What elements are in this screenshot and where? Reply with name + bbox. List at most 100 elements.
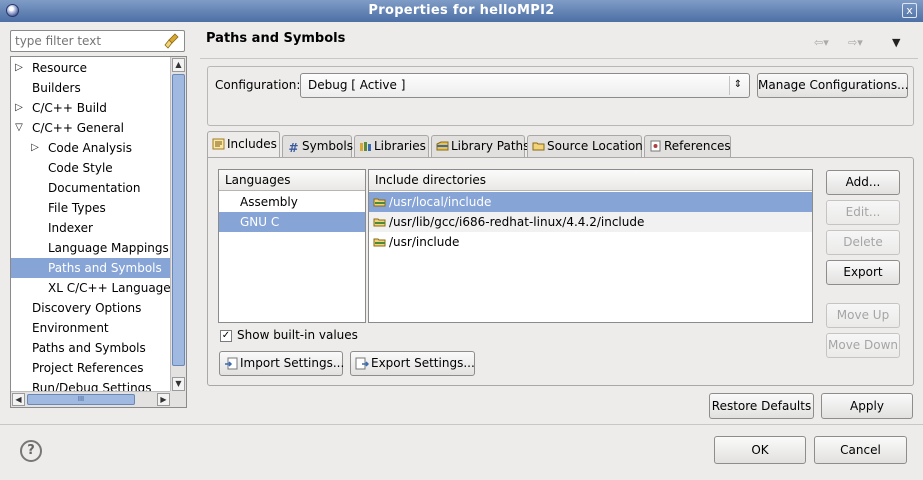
export-icon: [355, 357, 369, 370]
hscroll-thumb[interactable]: III: [27, 394, 135, 405]
configuration-select[interactable]: Debug [ Active ] ⇕: [300, 73, 750, 98]
history-navigation[interactable]: ⇦▾ ⇨▾ ▼: [814, 36, 909, 50]
tree-item[interactable]: ▷ C/C++ Build: [11, 98, 171, 118]
show-builtin-values-label: Show built-in values: [237, 328, 358, 342]
help-icon[interactable]: ?: [20, 440, 42, 462]
tree-vertical-scrollbar[interactable]: ▲ ▼: [170, 57, 186, 392]
filter-field[interactable]: [10, 30, 185, 52]
tab-library-paths[interactable]: Library Paths: [431, 135, 529, 157]
view-menu-icon[interactable]: ▼: [892, 36, 900, 49]
tree-item-label: Builders: [32, 81, 81, 95]
include-path: /usr/local/include: [389, 195, 492, 209]
tab-includes[interactable]: Includes: [207, 131, 280, 158]
include-row[interactable]: /usr/lib/gcc/i686-redhat-linux/4.4.2/inc…: [369, 212, 812, 232]
import-icon: [225, 357, 238, 370]
back-arrow-icon[interactable]: ⇦▾: [814, 36, 829, 49]
tab-label: Library Paths: [451, 139, 530, 153]
scroll-down-arrow-icon[interactable]: ▼: [172, 377, 185, 391]
scroll-right-arrow-icon[interactable]: ▶: [157, 393, 170, 406]
tree-item[interactable]: Code Style: [11, 158, 171, 178]
ok-button[interactable]: OK: [714, 436, 806, 464]
tab-label: Includes: [227, 137, 277, 151]
tree-horizontal-scrollbar[interactable]: ◀ III ▶: [11, 391, 171, 407]
languages-column-header[interactable]: Languages: [219, 170, 365, 191]
scrollbar-corner: [170, 391, 186, 407]
tree-item[interactable]: Language Mappings: [11, 238, 171, 258]
dropdown-updown-icon: ⇕: [729, 76, 746, 95]
window-title: Properties for helloMPI2: [368, 3, 555, 18]
tree-item-label: Discovery Options: [32, 301, 142, 315]
restore-defaults-button[interactable]: Restore Defaults: [709, 393, 814, 419]
tab-bar: Includes # Symbols Libraries Library Path…: [207, 131, 807, 158]
tree-item-label: File Types: [48, 201, 106, 215]
cancel-button[interactable]: Cancel: [814, 436, 907, 464]
tree-item-label: Indexer: [48, 221, 93, 235]
tree-item[interactable]: Builders: [11, 78, 171, 98]
include-directories-list[interactable]: Include directories /usr/local/include /…: [368, 169, 813, 323]
include-folder-icon: [373, 198, 386, 207]
tab-libraries[interactable]: Libraries: [354, 135, 429, 157]
tree-item-label: XL C/C++ Language ...: [48, 281, 171, 295]
configuration-value: Debug [ Active ]: [308, 78, 406, 92]
move-down-button[interactable]: Move Down: [826, 333, 900, 358]
expand-twisty-icon[interactable]: ▷: [13, 98, 25, 118]
expand-twisty-icon[interactable]: ▷: [29, 138, 41, 158]
include-row[interactable]: /usr/local/include: [369, 192, 812, 212]
checkbox-check-icon[interactable]: ✓: [220, 330, 232, 342]
move-up-button[interactable]: Move Up: [826, 303, 900, 328]
tree-item[interactable]: ▽ C/C++ General: [11, 118, 171, 138]
tree-item[interactable]: ▷ Resource: [11, 58, 171, 78]
expand-twisty-icon[interactable]: ▽: [13, 118, 25, 138]
filter-input[interactable]: [15, 32, 160, 50]
property-page-tree[interactable]: ▷ Resource Builders ▷ C/C++ Build ▽ C/C++ Gene…: [10, 56, 187, 408]
include-folder-icon: [373, 218, 386, 227]
import-settings-button[interactable]: Import Settings...: [219, 351, 344, 376]
tree-item[interactable]: Environment: [11, 318, 171, 338]
add-button[interactable]: Add...: [826, 170, 900, 195]
delete-button[interactable]: Delete: [826, 230, 900, 255]
tree-item-label: Paths and Symbols: [48, 261, 162, 275]
scroll-left-arrow-icon[interactable]: ◀: [12, 393, 25, 406]
tab-label: Symbols: [302, 139, 353, 153]
tree-item[interactable]: Indexer: [11, 218, 171, 238]
tree-item[interactable]: Paths and Symbols: [11, 258, 171, 278]
hash-icon: #: [288, 141, 299, 155]
language-row-gnu-c[interactable]: GNU C: [219, 212, 365, 232]
tree-item[interactable]: XL C/C++ Language ...: [11, 278, 171, 298]
tree-item[interactable]: ▷ Code Analysis: [11, 138, 171, 158]
tab-label: Source Location: [547, 139, 643, 153]
export-button[interactable]: Export: [826, 260, 900, 285]
references-icon: [650, 140, 661, 152]
libraries-icon: [360, 142, 371, 151]
tree-item[interactable]: Project References: [11, 358, 171, 378]
tree-item[interactable]: Discovery Options: [11, 298, 171, 318]
edit-button[interactable]: Edit...: [826, 200, 900, 225]
export-settings-button[interactable]: Export Settings...: [350, 351, 475, 376]
scroll-thumb[interactable]: [172, 74, 185, 366]
tree-item[interactable]: Paths and Symbols: [11, 338, 171, 358]
tree-item-label: Language Mappings: [48, 241, 169, 255]
forward-arrow-icon[interactable]: ⇨▾: [848, 36, 863, 49]
include-directories-column-header[interactable]: Include directories: [369, 170, 812, 191]
tab-symbols[interactable]: # Symbols: [282, 135, 353, 157]
tree-item-label: C/C++ Build: [32, 101, 107, 115]
tree-item-label: Code Style: [48, 161, 113, 175]
languages-list[interactable]: Languages Assembly GNU C: [218, 169, 366, 323]
language-row-assembly[interactable]: Assembly: [219, 192, 365, 212]
clear-filter-icon[interactable]: [164, 33, 180, 49]
window-close-button[interactable]: x: [902, 3, 917, 18]
tree-item-label: C/C++ General: [32, 121, 125, 135]
manage-configurations-button[interactable]: Manage Configurations...: [757, 73, 909, 98]
folder-icon: [532, 142, 545, 151]
tree-item[interactable]: File Types: [11, 198, 171, 218]
header-separator: [200, 58, 918, 59]
tree-item-label: Project References: [32, 361, 144, 375]
include-path: /usr/lib/gcc/i686-redhat-linux/4.4.2/inc…: [389, 215, 645, 229]
tree-item[interactable]: Documentation: [11, 178, 171, 198]
apply-button[interactable]: Apply: [821, 393, 913, 419]
include-row[interactable]: /usr/include: [369, 232, 812, 252]
scroll-up-arrow-icon[interactable]: ▲: [172, 58, 185, 72]
tab-references[interactable]: References: [644, 135, 731, 157]
expand-twisty-icon[interactable]: ▷: [13, 58, 25, 78]
tab-source-location[interactable]: Source Location: [527, 135, 643, 157]
